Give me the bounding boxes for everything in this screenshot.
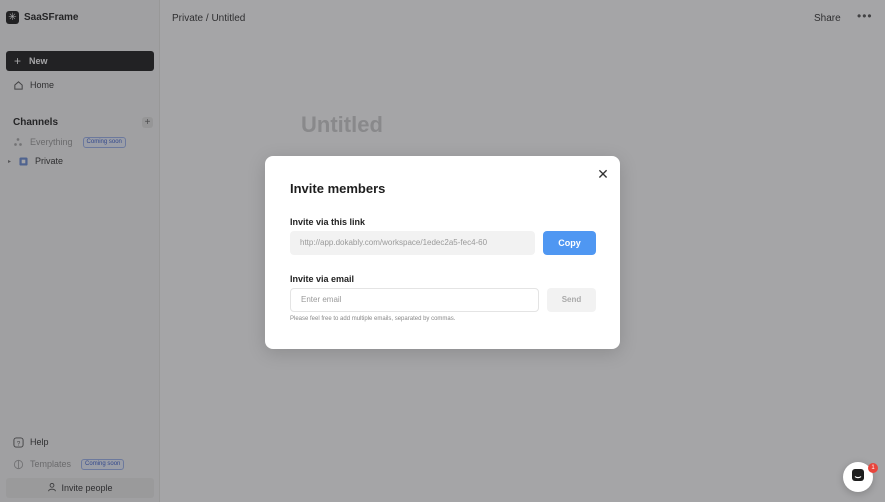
copy-button[interactable]: Copy [543,231,596,255]
dialog-title: Invite members [290,181,386,196]
invite-link-label: Invite via this link [290,217,366,227]
send-button[interactable]: Send [547,288,596,312]
invite-email-label: Invite via email [290,274,355,284]
chat-icon [851,468,865,487]
email-hint: Please feel free to add multiple emails,… [290,316,456,322]
notification-badge: 1 [868,463,878,473]
invite-members-dialog: Invite members ✕ Invite via this link ht… [265,156,620,349]
invite-link-field[interactable]: http://app.dokably.com/workspace/1edec2a… [290,231,535,255]
email-input[interactable]: Enter email [290,288,539,312]
close-icon[interactable]: ✕ [596,167,610,181]
